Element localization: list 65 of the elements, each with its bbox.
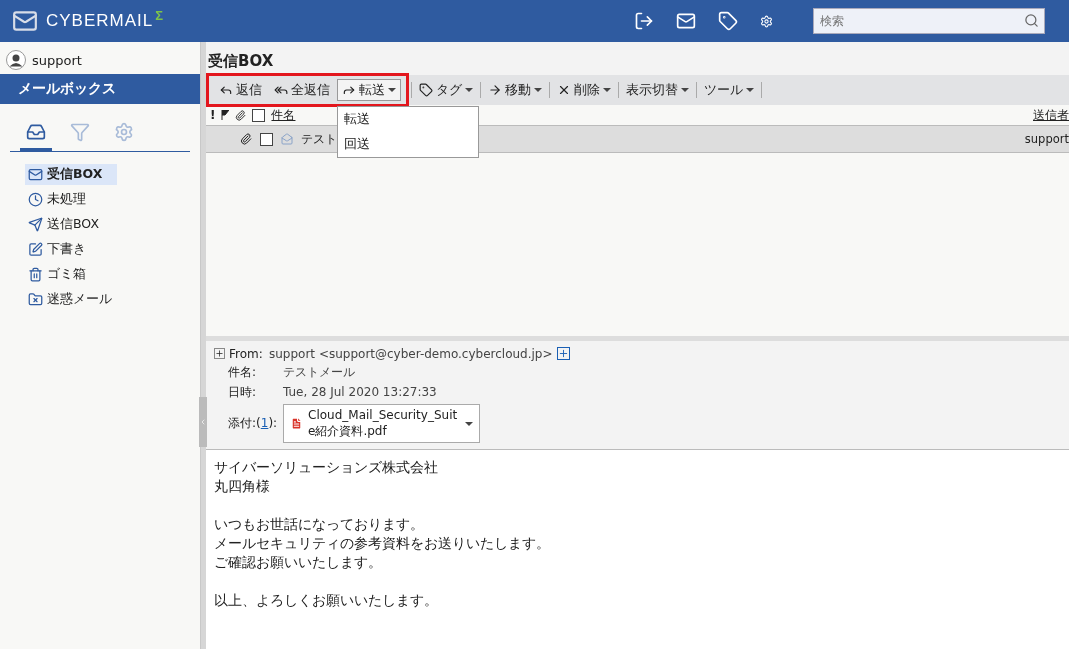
field-value: support <support@cyber-demo.cybercloud.jp> [269, 346, 553, 361]
toolbar-button[interactable]: 削除 [552, 79, 616, 101]
logo-mark: Σ [155, 8, 165, 23]
paperclip-icon [235, 109, 247, 121]
field-label: 日時: [228, 383, 257, 401]
message-line: いつもお世話になっております。 [214, 515, 425, 535]
message-line: 以上、よろしくお願いいたします。 [214, 591, 439, 611]
settings-icon[interactable] [760, 14, 773, 28]
folder-item[interactable]: 受信BOX [25, 164, 117, 185]
flag-icon [221, 110, 230, 120]
logout-icon[interactable] [634, 11, 654, 31]
priority-column: ! [210, 108, 216, 122]
search-icon[interactable] [1024, 13, 1039, 28]
avatar-icon [6, 50, 26, 70]
checkbox[interactable] [260, 132, 273, 146]
envelope-icon [12, 8, 38, 34]
field-label: 件名: [228, 363, 257, 381]
reply-icon [219, 83, 233, 97]
tag-icon [419, 83, 433, 97]
sender-cell: support [1024, 132, 1069, 146]
column-header[interactable]: 件名 [271, 106, 296, 124]
toolbar-button[interactable]: 転送 [337, 79, 401, 101]
folder-item[interactable]: 未処理 [25, 189, 117, 210]
section-title: メールボックス [0, 74, 200, 104]
pdf-icon [290, 417, 303, 430]
folder-item[interactable]: 迷惑メール [25, 289, 117, 310]
splitter-handle[interactable] [199, 397, 207, 447]
mailbox-title: 受信BOX [207, 51, 275, 72]
message-line: ご確認お願いいたします。 [214, 553, 383, 573]
field-value: Tue, 28 Jul 2020 13:27:33 [283, 385, 437, 400]
field-label: From: [229, 346, 263, 361]
field-label: 添付:(1): [228, 415, 278, 432]
folder-item[interactable]: 下書き [25, 239, 117, 260]
toolbar-button[interactable]: 移動 [483, 79, 547, 101]
checkbox[interactable] [252, 108, 266, 122]
column-header[interactable]: 送信者 [1033, 106, 1069, 124]
add-contact-icon[interactable] [556, 347, 570, 361]
expand-icon[interactable] [214, 348, 225, 360]
toolbar-button[interactable]: ツール [699, 79, 759, 101]
attachment-file[interactable]: Cloud_Mail_Security_Suite紹介資料.pdf [283, 403, 480, 444]
logo-text: CYBERMAIL [46, 11, 154, 31]
forward-icon [342, 83, 356, 97]
attachment-count-link[interactable]: 1 [260, 416, 269, 430]
field-value: テストメール [283, 363, 355, 381]
settings-icon [114, 122, 134, 142]
toolbar-button[interactable]: 表示切替 [621, 79, 694, 101]
toolbar-button[interactable]: 返信 [214, 79, 267, 101]
move-icon [488, 83, 502, 97]
subject-cell: テスト [301, 131, 337, 147]
inbox-icon [26, 122, 46, 142]
toolbar-button[interactable]: タグ [414, 79, 478, 101]
filter-icon [70, 122, 90, 142]
toolbar-button[interactable]: 全返信 [269, 79, 335, 101]
envelope-icon [281, 133, 293, 145]
user-name: support [32, 52, 82, 68]
clock-icon [28, 192, 43, 207]
message-line: サイバーソリューションズ株式会社 [214, 458, 439, 478]
delete-icon [557, 83, 571, 97]
tag-icon[interactable] [718, 11, 738, 31]
message-line: メールセキュリティの参考資料をお送りいたします。 [214, 534, 551, 554]
folder-item[interactable]: ゴミ箱 [25, 264, 117, 285]
search-field[interactable]: 検索 [813, 8, 1045, 34]
message-line: 丸四角様 [214, 477, 271, 497]
folder-item[interactable]: 送信BOX [25, 214, 117, 235]
mail-icon[interactable] [676, 11, 696, 31]
